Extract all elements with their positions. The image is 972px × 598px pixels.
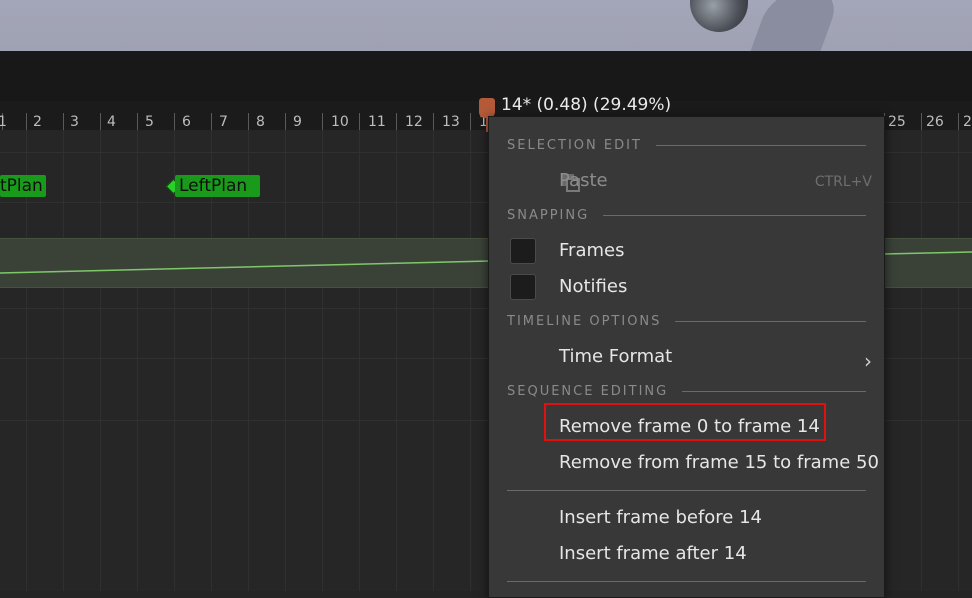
- ruler-label: 1: [0, 114, 7, 130]
- toolbar-band: [0, 51, 972, 101]
- chevron-right-icon: ›: [864, 349, 872, 373]
- paste-menu-item[interactable]: Paste: [559, 170, 608, 191]
- ruler-tick: [433, 113, 434, 131]
- section-selection-edit: SELECTION EDIT: [507, 137, 866, 153]
- section-sequence-editing: SEQUENCE EDITING: [507, 383, 866, 399]
- notify-track-item[interactable]: tPlan: [0, 175, 46, 197]
- section-snapping: SNAPPING: [507, 207, 866, 223]
- remove-frames-after-item[interactable]: Remove from frame 15 to frame 50: [559, 452, 879, 473]
- section-timeline-options: TIMELINE OPTIONS: [507, 313, 866, 329]
- ruler-tick: [63, 113, 64, 131]
- ruler-label: 11: [368, 114, 386, 130]
- viewport-preview: [0, 0, 972, 51]
- ruler-tick: [137, 113, 138, 131]
- grid-line: [248, 130, 249, 591]
- grid-line: [174, 130, 175, 591]
- ruler-tick: [100, 113, 101, 131]
- grid-line: [322, 130, 323, 591]
- ruler-label: 26: [926, 114, 944, 130]
- ruler-label: 9: [293, 114, 302, 130]
- grid-line: [958, 130, 959, 591]
- ruler-label: 6: [182, 114, 191, 130]
- ruler-tick: [958, 113, 959, 131]
- remove-frames-before-item[interactable]: Remove frame 0 to frame 14: [559, 416, 820, 437]
- grid-line: [63, 130, 64, 591]
- ruler-tick: [470, 113, 471, 131]
- ruler-label: 10: [331, 114, 349, 130]
- ruler-tick: [285, 113, 286, 131]
- grid-line: [26, 130, 27, 591]
- section-title: SELECTION EDIT: [507, 137, 642, 153]
- menu-separator: [507, 490, 866, 491]
- notify-track-item[interactable]: LeftPlan: [175, 175, 260, 197]
- snap-frames-checkbox[interactable]: [510, 238, 536, 264]
- ruler-tick: [26, 113, 27, 131]
- grid-line: [137, 130, 138, 591]
- ruler-tick: [322, 113, 323, 131]
- menu-separator: [507, 581, 866, 582]
- ruler-tick: [174, 113, 175, 131]
- ruler-label: 2: [963, 114, 972, 130]
- section-title: SNAPPING: [507, 207, 590, 223]
- insert-frame-after-item[interactable]: Insert frame after 14: [559, 543, 747, 564]
- ruler-label: 12: [405, 114, 423, 130]
- grid-line: [470, 130, 471, 591]
- ruler-label: 5: [145, 114, 154, 130]
- section-divider: [675, 320, 866, 322]
- ruler-label: 4: [107, 114, 116, 130]
- grid-line: [359, 130, 360, 591]
- insert-frame-before-item[interactable]: Insert frame before 14: [559, 507, 762, 528]
- ruler-label: 13: [442, 114, 460, 130]
- character-foot: [690, 0, 748, 32]
- scrubber-readout: 14* (0.48) (29.49%): [501, 95, 672, 115]
- grid-line: [285, 130, 286, 591]
- section-divider: [603, 214, 866, 216]
- ruler-label: 7: [219, 114, 228, 130]
- ruler-label: 25: [888, 114, 906, 130]
- ruler-tick: [248, 113, 249, 131]
- section-title: TIMELINE OPTIONS: [507, 313, 662, 329]
- section-divider: [682, 390, 866, 392]
- grid-line: [396, 130, 397, 591]
- snap-frames-label[interactable]: Frames: [559, 240, 624, 261]
- ruler-tick: [359, 113, 360, 131]
- context-menu: SELECTION EDIT Paste CTRL+V SNAPPING Fra…: [488, 116, 885, 598]
- snap-notifies-checkbox[interactable]: [510, 274, 536, 300]
- ruler-label: 8: [256, 114, 265, 130]
- grid-line: [433, 130, 434, 591]
- grid-line: [921, 130, 922, 591]
- snap-notifies-label[interactable]: Notifies: [559, 276, 627, 297]
- character-shadow: [747, 0, 843, 51]
- ruler-tick: [211, 113, 212, 131]
- time-format-menu-item[interactable]: Time Format: [559, 346, 672, 367]
- paste-shortcut: CTRL+V: [814, 174, 872, 190]
- grid-line: [100, 130, 101, 591]
- section-title: SEQUENCE EDITING: [507, 383, 669, 399]
- grid-line: [211, 130, 212, 591]
- ruler-label: 3: [70, 114, 79, 130]
- ruler-tick: [396, 113, 397, 131]
- ruler-tick: [921, 113, 922, 131]
- ruler-label: 2: [33, 114, 42, 130]
- scrubber-handle[interactable]: [479, 98, 495, 118]
- section-divider: [655, 144, 866, 146]
